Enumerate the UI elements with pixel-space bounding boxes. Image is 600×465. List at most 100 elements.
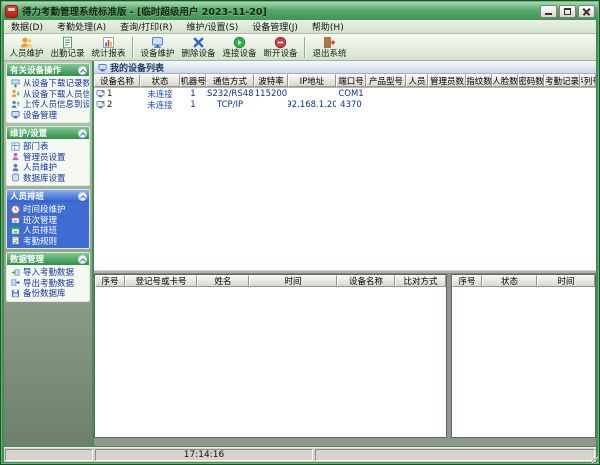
device-column-header[interactable]: 通信方式	[206, 74, 254, 87]
sidebar-item[interactable]: 人员排班	[9, 225, 89, 236]
close-button[interactable]	[578, 5, 595, 18]
toolbar-connect-button[interactable]: 连接设备	[219, 34, 260, 60]
sidebar-item[interactable]: 部门表	[9, 141, 89, 152]
toolbar-people-button[interactable]: 人员维护	[6, 34, 47, 60]
export-icon	[11, 278, 20, 287]
toolbar-report-button[interactable]: 统计报表	[88, 34, 129, 60]
device-column-header[interactable]: 设备名称	[94, 74, 140, 87]
device-column-header[interactable]: 机器号	[180, 74, 206, 87]
sidebar-item[interactable]: 设备管理	[9, 110, 89, 121]
device-column-header[interactable]: 密码数	[518, 74, 544, 87]
device-cell	[254, 99, 288, 110]
toolbar-separator	[132, 37, 134, 58]
device-cell	[366, 99, 406, 110]
sidebar-item[interactable]: 备份数据库	[9, 288, 89, 299]
realtime-records-column-header[interactable]: 序号	[95, 275, 125, 287]
sidebar-item[interactable]: 导出考勤数据	[9, 278, 89, 289]
device-cell: 4370	[336, 99, 366, 110]
device-column-header[interactable]: 指纹数	[466, 74, 492, 87]
menu-item[interactable]: 维护/设置(S)	[179, 20, 245, 33]
device-row[interactable]: 2未连接1TCP/IP192.168.1.2014370	[94, 99, 596, 110]
realtime-records-column-header[interactable]: 登记号或卡号	[125, 275, 197, 287]
toolbar-record-button[interactable]: 出勤记录	[47, 34, 88, 60]
collapse-chevron-icon[interactable]	[78, 66, 87, 75]
realtime-status-table: 序号状态时间	[451, 274, 596, 438]
sidebar-item[interactable]: 上传人员信息到设备	[9, 99, 89, 110]
sidebar-item[interactable]: 班次管理	[9, 215, 89, 226]
status-segment-3	[315, 449, 595, 461]
device-list-title-bar: 我的设备列表	[94, 61, 596, 74]
sidebar-item[interactable]: 从设备下载人员信息	[9, 89, 89, 100]
device-list-title: 我的设备列表	[110, 61, 164, 74]
device-cell	[366, 88, 406, 99]
device-column-header[interactable]: 人脸数	[492, 74, 518, 87]
sidebar-item[interactable]: 时间段维护	[9, 204, 89, 215]
device-column-header[interactable]: 产品型号	[366, 74, 406, 87]
menu-item[interactable]: 数据(D)	[4, 20, 50, 33]
time-icon	[11, 205, 20, 214]
menu-item[interactable]: 查询/打印(R)	[113, 20, 179, 33]
toolbar-separator	[304, 37, 306, 58]
realtime-records-column-header[interactable]: 比对方式	[395, 275, 446, 287]
device-cell	[466, 88, 492, 99]
maximize-button[interactable]	[559, 5, 576, 18]
toolbar-exit-button[interactable]: 退出系统	[309, 34, 350, 60]
realtime-status-column-header[interactable]: 状态	[482, 275, 537, 287]
sidebar-section-header[interactable]: 数据管理	[7, 253, 89, 265]
device-column-header[interactable]: 考勤记录	[544, 74, 580, 87]
realtime-status-column-header[interactable]: 时间	[537, 275, 595, 287]
realtime-records-header: 序号登记号或卡号姓名时间设备名称比对方式	[95, 275, 446, 287]
realtime-records-column-header[interactable]: 设备名称	[337, 275, 395, 287]
device-column-header[interactable]: 端口号	[336, 74, 366, 87]
sidebar-section-body: 导入考勤数据导出考勤数据备份数据库	[7, 265, 89, 301]
device-column-header[interactable]: IP地址	[288, 74, 336, 87]
realtime-status-column-header[interactable]: 序号	[452, 275, 482, 287]
minimize-button[interactable]	[540, 5, 557, 18]
menu-item[interactable]: 帮助(H)	[305, 20, 351, 33]
device-row-icon	[96, 100, 105, 109]
sidebar-section-title: 数据管理	[10, 253, 44, 265]
device-column-header[interactable]: 状态	[140, 74, 180, 87]
device-row[interactable]: 1未连接1RS232/RS485115200COM1	[94, 88, 596, 99]
sidebar-item[interactable]: 考勤规则	[9, 236, 89, 247]
device-cell	[492, 88, 518, 99]
device-column-header[interactable]: 波特率	[254, 74, 288, 87]
sidebar-item[interactable]: 人员维护	[9, 162, 89, 173]
realtime-records-column-header[interactable]: 姓名	[197, 275, 249, 287]
device-column-header[interactable]: 人员	[406, 74, 428, 87]
person-icon	[11, 163, 20, 172]
menu-item[interactable]: 考勤处理(A)	[50, 20, 113, 33]
sidebar-item[interactable]: 从设备下载记录数据	[9, 78, 89, 89]
sidebar-section-header[interactable]: 有关设备操作	[7, 64, 89, 76]
sidebar-section-header[interactable]: 维护/设置	[7, 127, 89, 139]
device-manage-icon	[11, 110, 20, 119]
database-icon	[11, 173, 20, 182]
toolbar-button-label: 连接设备	[222, 49, 256, 59]
realtime-records-table: 序号登记号或卡号姓名时间设备名称比对方式	[94, 274, 447, 438]
device-name-cell: 2	[94, 99, 140, 110]
device-cell	[428, 88, 466, 99]
sidebar-section: 人员排班时间段维护班次管理人员排班考勤规则	[6, 189, 90, 249]
toolbar-delete-device-button[interactable]: 删除设备	[178, 34, 219, 60]
device-cell	[518, 88, 544, 99]
sidebar-section-header[interactable]: 人员排班	[7, 190, 89, 202]
device-column-header[interactable]: 管理员数	[428, 74, 466, 87]
device-column-header[interactable]: 序列号	[580, 74, 596, 87]
status-time: 17:14:16	[184, 450, 224, 460]
title-bar: 得力考勤管理系统标准版 - [临时超级用户 2023-11-20]	[2, 2, 598, 20]
toolbar-disconnect-button[interactable]: 断开设备	[260, 34, 301, 60]
device-cell: 115200	[254, 88, 288, 99]
sidebar-item-label: 班次管理	[23, 215, 57, 226]
main-area: 我的设备列表 设备名称状态机器号通信方式波特率IP地址端口号产品型号人员管理员数…	[94, 61, 596, 446]
sidebar-item-label: 部门表	[23, 141, 49, 152]
collapse-chevron-icon[interactable]	[78, 255, 87, 264]
record-icon	[61, 36, 74, 49]
sidebar-item[interactable]: 导入考勤数据	[9, 267, 89, 278]
collapse-chevron-icon[interactable]	[78, 192, 87, 201]
sidebar-item[interactable]: 数据库设置	[9, 173, 89, 184]
realtime-records-column-header[interactable]: 时间	[249, 275, 337, 287]
toolbar-device-button[interactable]: 设备维护	[137, 34, 178, 60]
collapse-chevron-icon[interactable]	[78, 129, 87, 138]
sidebar-item[interactable]: 管理员设置	[9, 152, 89, 163]
menu-item[interactable]: 设备管理(J)	[245, 20, 305, 33]
